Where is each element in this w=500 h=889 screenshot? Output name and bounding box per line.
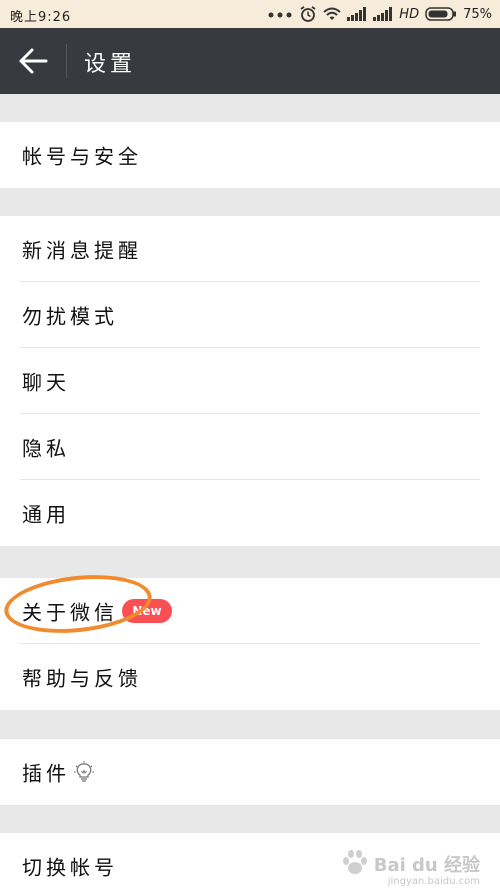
signal-icon: [347, 7, 367, 21]
new-message-notify-item[interactable]: 新消息提醒: [0, 216, 500, 282]
new-badge: New: [122, 599, 172, 623]
switch-account-label: 切换帐号: [22, 855, 118, 880]
network-type: HD: [399, 6, 420, 22]
general-label: 通用: [22, 502, 70, 527]
baidu-watermark: Bai du 经验 jingyan.baidu.com: [340, 849, 480, 887]
status-bar: 晚上9:26 HD 75%: [0, 0, 500, 28]
status-time: 晚上9:26: [10, 10, 72, 25]
dots-icon: [268, 12, 292, 18]
battery-percent: 75%: [463, 6, 492, 22]
wifi-icon: [323, 7, 341, 20]
signal-icon-2: [373, 7, 393, 21]
about-wechat-item[interactable]: 关于微信 New: [0, 578, 500, 644]
plugins-group: 插件: [0, 739, 500, 805]
about-wechat-label: 关于微信: [22, 600, 118, 625]
paw-logo-icon: [342, 850, 367, 874]
title-bar: 设置: [0, 28, 500, 94]
new-message-notify-label: 新消息提醒: [22, 238, 142, 263]
plugins-item[interactable]: 插件: [0, 739, 500, 805]
account-group: 帐号与安全: [0, 122, 500, 188]
help-feedback-label: 帮助与反馈: [22, 666, 142, 691]
general-group: 新消息提醒 勿扰模式 聊天 隐私 通用: [0, 216, 500, 546]
lightbulb-icon: [74, 761, 94, 782]
help-feedback-item[interactable]: 帮助与反馈: [0, 644, 500, 710]
chat-label: 聊天: [22, 370, 70, 395]
status-icons: HD 75%: [267, 5, 492, 23]
title-divider: [66, 44, 67, 78]
account-security-item[interactable]: 帐号与安全: [0, 122, 500, 188]
back-arrow-icon[interactable]: [18, 47, 48, 75]
battery-icon: [425, 7, 457, 21]
chat-item[interactable]: 聊天: [0, 348, 500, 414]
general-item[interactable]: 通用: [0, 480, 500, 546]
do-not-disturb-item[interactable]: 勿扰模式: [0, 282, 500, 348]
watermark-url: jingyan.baidu.com: [387, 876, 480, 887]
page-title: 设置: [84, 52, 137, 77]
plugins-label: 插件: [22, 761, 70, 786]
do-not-disturb-label: 勿扰模式: [22, 304, 118, 329]
watermark-text: Bai du 经验: [373, 855, 480, 876]
privacy-item[interactable]: 隐私: [0, 414, 500, 480]
alarm-icon: [300, 6, 316, 22]
account-security-label: 帐号与安全: [22, 144, 142, 169]
about-group: 关于微信 New 帮助与反馈: [0, 578, 500, 710]
privacy-label: 隐私: [22, 436, 70, 461]
